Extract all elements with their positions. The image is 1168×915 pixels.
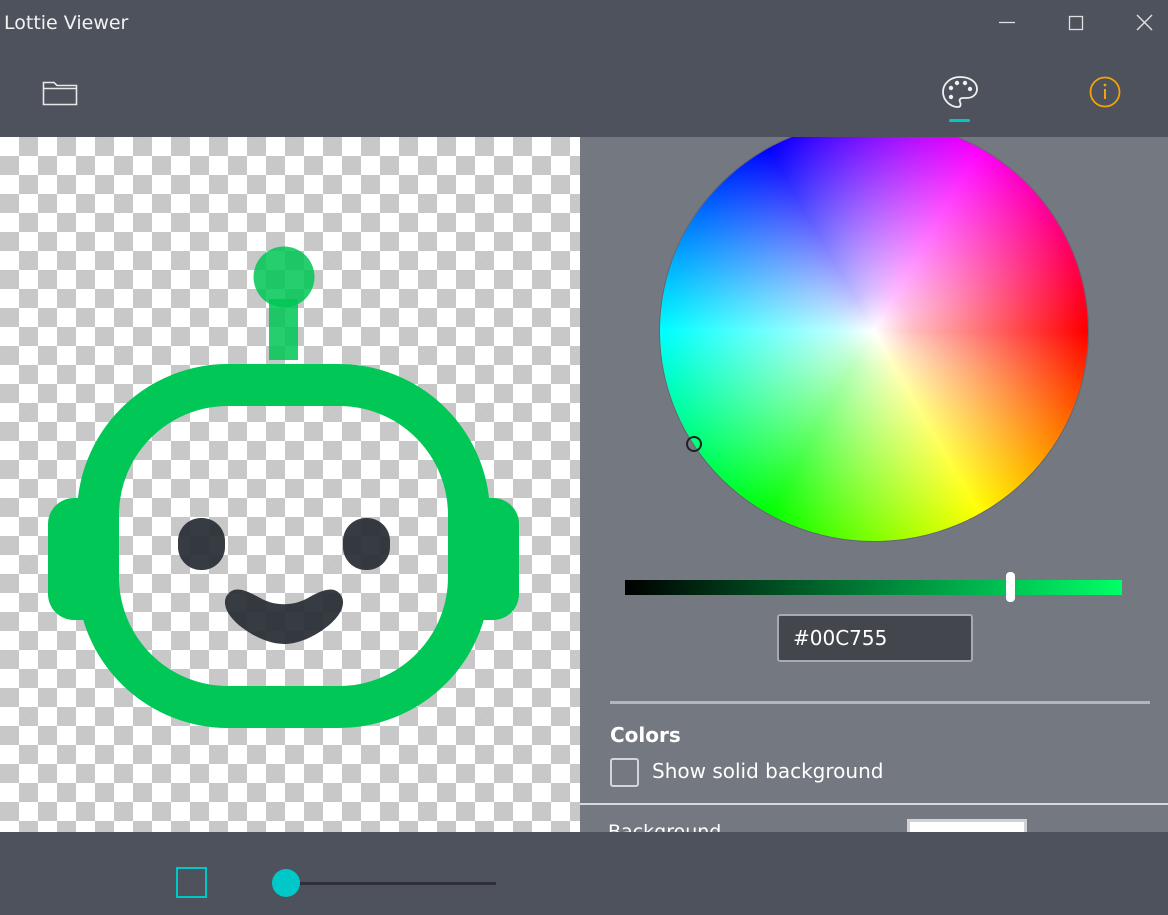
info-icon [1089, 76, 1121, 108]
robot-animation [48, 246, 519, 728]
palette-icon [942, 76, 978, 122]
open-file-button[interactable] [30, 66, 90, 118]
color-wheel-selector[interactable] [686, 436, 702, 452]
animation-canvas [0, 137, 580, 832]
stop-button[interactable] [176, 867, 207, 898]
active-tab-indicator [949, 119, 970, 122]
colors-heading: Colors [610, 723, 681, 747]
folder-icon [42, 81, 78, 106]
close-icon [1136, 14, 1153, 31]
solid-background-label: Show solid background [652, 759, 884, 783]
minimize-button[interactable] [977, 0, 1037, 46]
antenna-ball [253, 246, 315, 308]
solid-background-checkbox[interactable] [610, 758, 639, 787]
maximize-button[interactable] [1046, 0, 1106, 46]
close-button[interactable] [1108, 0, 1168, 46]
left-eye [178, 518, 225, 570]
progress-track[interactable] [286, 882, 496, 885]
hex-color-input[interactable]: #00C755 [777, 614, 973, 662]
color-panel: #00C755 Colors Show solid background Bac… [580, 137, 1168, 832]
divider [610, 701, 1150, 704]
minimize-icon [999, 21, 1015, 24]
color-settings-tab[interactable] [930, 66, 990, 126]
right-eye [343, 518, 390, 570]
brightness-slider[interactable] [625, 580, 1122, 595]
window-title: Lottie Viewer [4, 12, 129, 34]
info-button[interactable] [1075, 66, 1135, 118]
divider [580, 803, 1168, 805]
toolbar [0, 46, 1168, 137]
playback-bar [0, 832, 1168, 915]
title-bar: Lottie Viewer [0, 0, 1168, 46]
progress-thumb[interactable] [272, 869, 300, 897]
mouth [224, 589, 344, 644]
brightness-slider-thumb[interactable] [1006, 572, 1015, 602]
maximize-icon [1068, 15, 1084, 31]
color-wheel[interactable] [660, 137, 1088, 541]
head-outline [77, 364, 490, 728]
background-color-swatch[interactable] [907, 819, 1027, 832]
background-label: Background [608, 821, 722, 832]
antenna-stem [269, 299, 298, 360]
